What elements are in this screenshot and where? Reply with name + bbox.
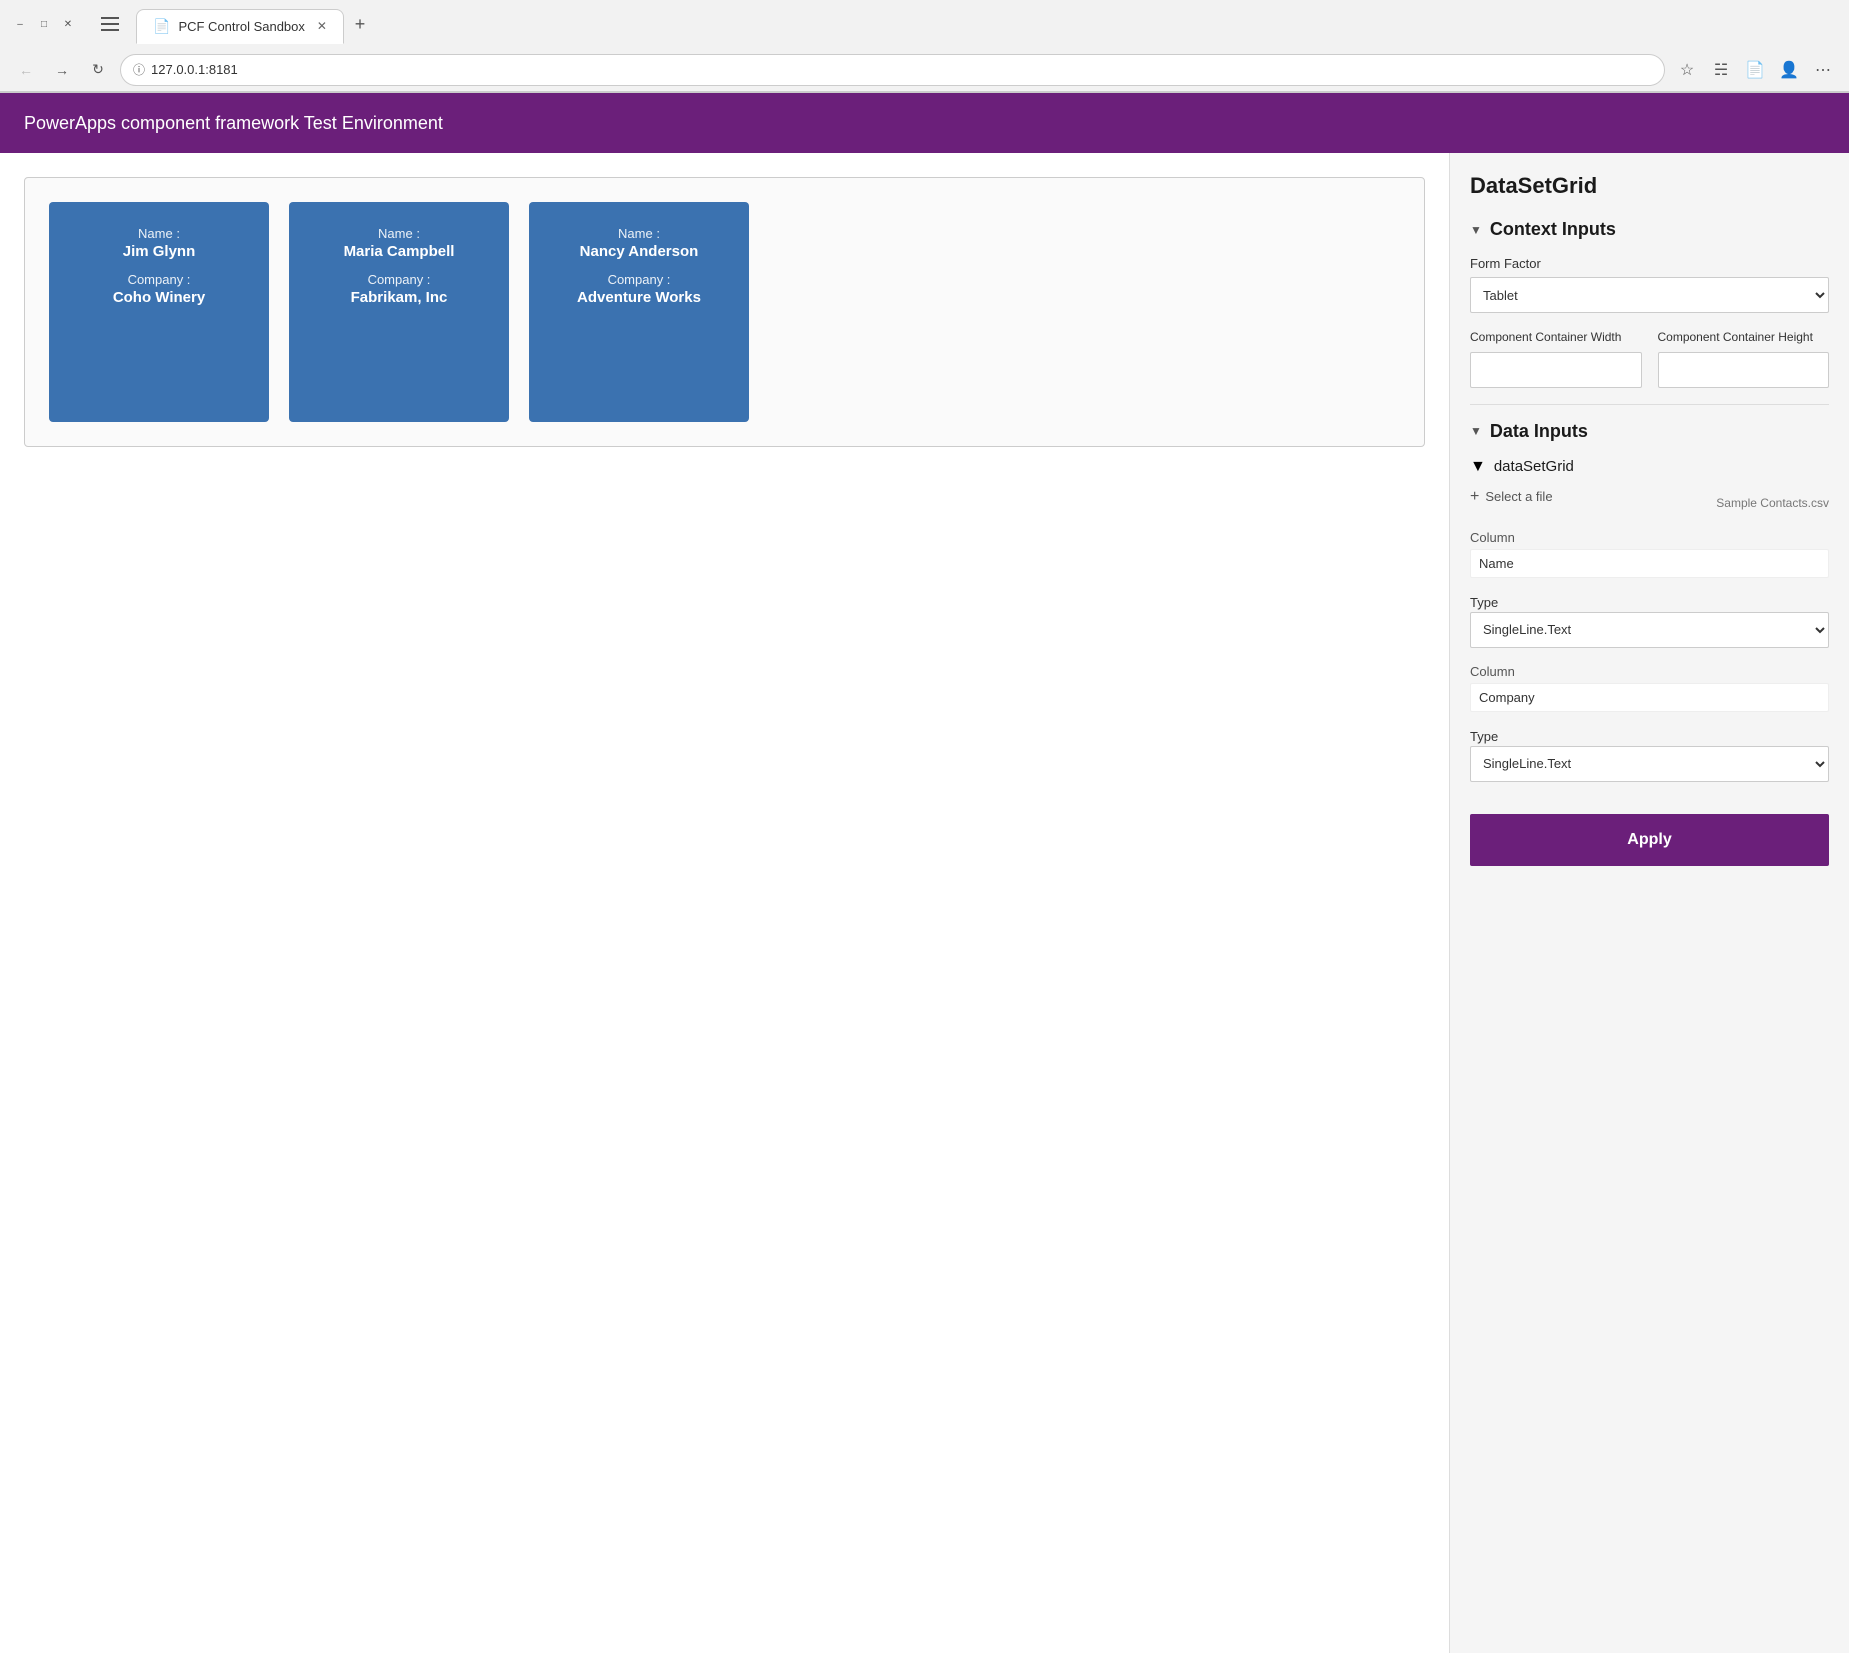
dataset-grid-chevron-icon: ▼ [1470, 458, 1486, 476]
data-inputs-chevron-icon: ▼ [1470, 424, 1482, 438]
type-2-label: Type [1470, 729, 1498, 744]
minimize-button[interactable]: – [12, 16, 28, 32]
refresh-button[interactable]: ↻ [84, 56, 112, 84]
card-3-company-label: Company : [608, 272, 671, 287]
type-1-select[interactable]: SingleLine.Text Whole.None FP Decimal Cu… [1470, 612, 1829, 648]
tab-favicon: 📄 [153, 18, 170, 35]
apply-button[interactable]: Apply [1470, 814, 1829, 866]
column-2-section: Column Company [1470, 664, 1829, 712]
type-1-label: Type [1470, 595, 1498, 610]
address-bar: ← → ↻ ⓘ 127.0.0.1:8181 ☆ ☵ 📄 👤 ⋯ [0, 48, 1849, 92]
divider-1 [1470, 404, 1829, 405]
content-area: Name : Jim Glynn Company : Coho Winery N… [0, 153, 1449, 1653]
context-inputs-chevron-icon: ▼ [1470, 223, 1482, 237]
plus-icon: + [1470, 488, 1479, 506]
card-2-company-value: Fabrikam, Inc [351, 289, 448, 306]
container-fields: Component Container Width Component Cont… [1470, 329, 1829, 388]
new-tab-button[interactable]: + [344, 8, 376, 40]
card-1-company-label: Company : [128, 272, 191, 287]
app-header: PowerApps component framework Test Envir… [0, 93, 1849, 153]
container-width-label: Component Container Width [1470, 329, 1642, 346]
dataset-grid-sub-header[interactable]: ▼ dataSetGrid [1470, 458, 1829, 476]
data-inputs-title: Data Inputs [1490, 421, 1588, 442]
card-2-company-label: Company : [368, 272, 431, 287]
select-file-button[interactable]: + Select a file [1470, 488, 1553, 506]
container-height-field: Component Container Height [1658, 329, 1830, 388]
window-controls: – □ ✕ [12, 16, 76, 32]
column-1-value: Name [1470, 549, 1829, 578]
address-text: 127.0.0.1:8181 [151, 62, 238, 77]
card-1-name-value: Jim Glynn [123, 243, 196, 260]
title-bar: – □ ✕ 📄 PCF Control Sandbox ✕ + [0, 0, 1849, 48]
type-2-select[interactable]: SingleLine.Text Whole.None FP Decimal Cu… [1470, 746, 1829, 782]
context-inputs-header[interactable]: ▼ Context Inputs [1470, 219, 1829, 240]
browser-chrome: – □ ✕ 📄 PCF Control Sandbox ✕ + ← → ↻ ⓘ … [0, 0, 1849, 93]
app-header-title: PowerApps component framework Test Envir… [24, 113, 443, 134]
column-1-section: Column Name [1470, 530, 1829, 578]
address-icons: ☆ ☵ 📄 👤 ⋯ [1673, 56, 1837, 84]
context-inputs-title: Context Inputs [1490, 219, 1616, 240]
maximize-button[interactable]: □ [36, 16, 52, 32]
card-container: Name : Jim Glynn Company : Coho Winery N… [24, 177, 1425, 447]
card-2-name-value: Maria Campbell [344, 243, 455, 260]
contact-card-2[interactable]: Name : Maria Campbell Company : Fabrikam… [289, 202, 509, 422]
container-height-label: Component Container Height [1658, 329, 1830, 346]
container-width-field: Component Container Width [1470, 329, 1642, 388]
main-layout: Name : Jim Glynn Company : Coho Winery N… [0, 153, 1849, 1653]
contact-card-3[interactable]: Name : Nancy Anderson Company : Adventur… [529, 202, 749, 422]
dataset-grid-label: dataSetGrid [1494, 458, 1574, 475]
select-file-label: Select a file [1485, 489, 1552, 504]
settings-more-icon[interactable]: ⋯ [1809, 56, 1837, 84]
column-2-label: Column [1470, 664, 1829, 679]
card-1-name-label: Name : [138, 226, 180, 241]
type-2-group: Type SingleLine.Text Whole.None FP Decim… [1470, 728, 1829, 782]
select-file-row: + Select a file Sample Contacts.csv [1470, 488, 1829, 518]
favorites-star-icon[interactable]: ☆ [1673, 56, 1701, 84]
container-width-input[interactable] [1470, 352, 1642, 388]
tab-bar: 📄 PCF Control Sandbox ✕ + [136, 5, 376, 44]
contact-card-1[interactable]: Name : Jim Glynn Company : Coho Winery [49, 202, 269, 422]
form-factor-label: Form Factor [1470, 256, 1829, 271]
sidebar-toggle-button[interactable] [94, 8, 126, 40]
right-panel: DataSetGrid ▼ Context Inputs Form Factor… [1449, 153, 1849, 1653]
collections-icon[interactable]: 📄 [1741, 56, 1769, 84]
tab-title: PCF Control Sandbox [178, 19, 304, 34]
column-1-label: Column [1470, 530, 1829, 545]
card-3-company-value: Adventure Works [577, 289, 701, 306]
card-3-name-value: Nancy Anderson [580, 243, 699, 260]
sample-file-name: Sample Contacts.csv [1716, 496, 1829, 510]
card-3-name-label: Name : [618, 226, 660, 241]
type-1-group: Type SingleLine.Text Whole.None FP Decim… [1470, 594, 1829, 648]
card-2-name-label: Name : [378, 226, 420, 241]
container-height-input[interactable] [1658, 352, 1830, 388]
form-factor-group: Form Factor Tablet Phone Desktop [1470, 256, 1829, 313]
data-inputs-header[interactable]: ▼ Data Inputs [1470, 421, 1829, 442]
forward-button[interactable]: → [48, 56, 76, 84]
back-button[interactable]: ← [12, 56, 40, 84]
close-button[interactable]: ✕ [60, 16, 76, 32]
form-factor-select[interactable]: Tablet Phone Desktop [1470, 277, 1829, 313]
address-input[interactable]: ⓘ 127.0.0.1:8181 [120, 54, 1665, 86]
profile-icon[interactable]: 👤 [1775, 56, 1803, 84]
card-1-company-value: Coho Winery [113, 289, 205, 306]
column-2-value: Company [1470, 683, 1829, 712]
tab-close-button[interactable]: ✕ [317, 19, 327, 33]
active-tab[interactable]: 📄 PCF Control Sandbox ✕ [136, 9, 344, 44]
panel-title: DataSetGrid [1470, 173, 1829, 199]
cards-row: Name : Jim Glynn Company : Coho Winery N… [49, 202, 1400, 422]
reading-view-icon[interactable]: ☵ [1707, 56, 1735, 84]
